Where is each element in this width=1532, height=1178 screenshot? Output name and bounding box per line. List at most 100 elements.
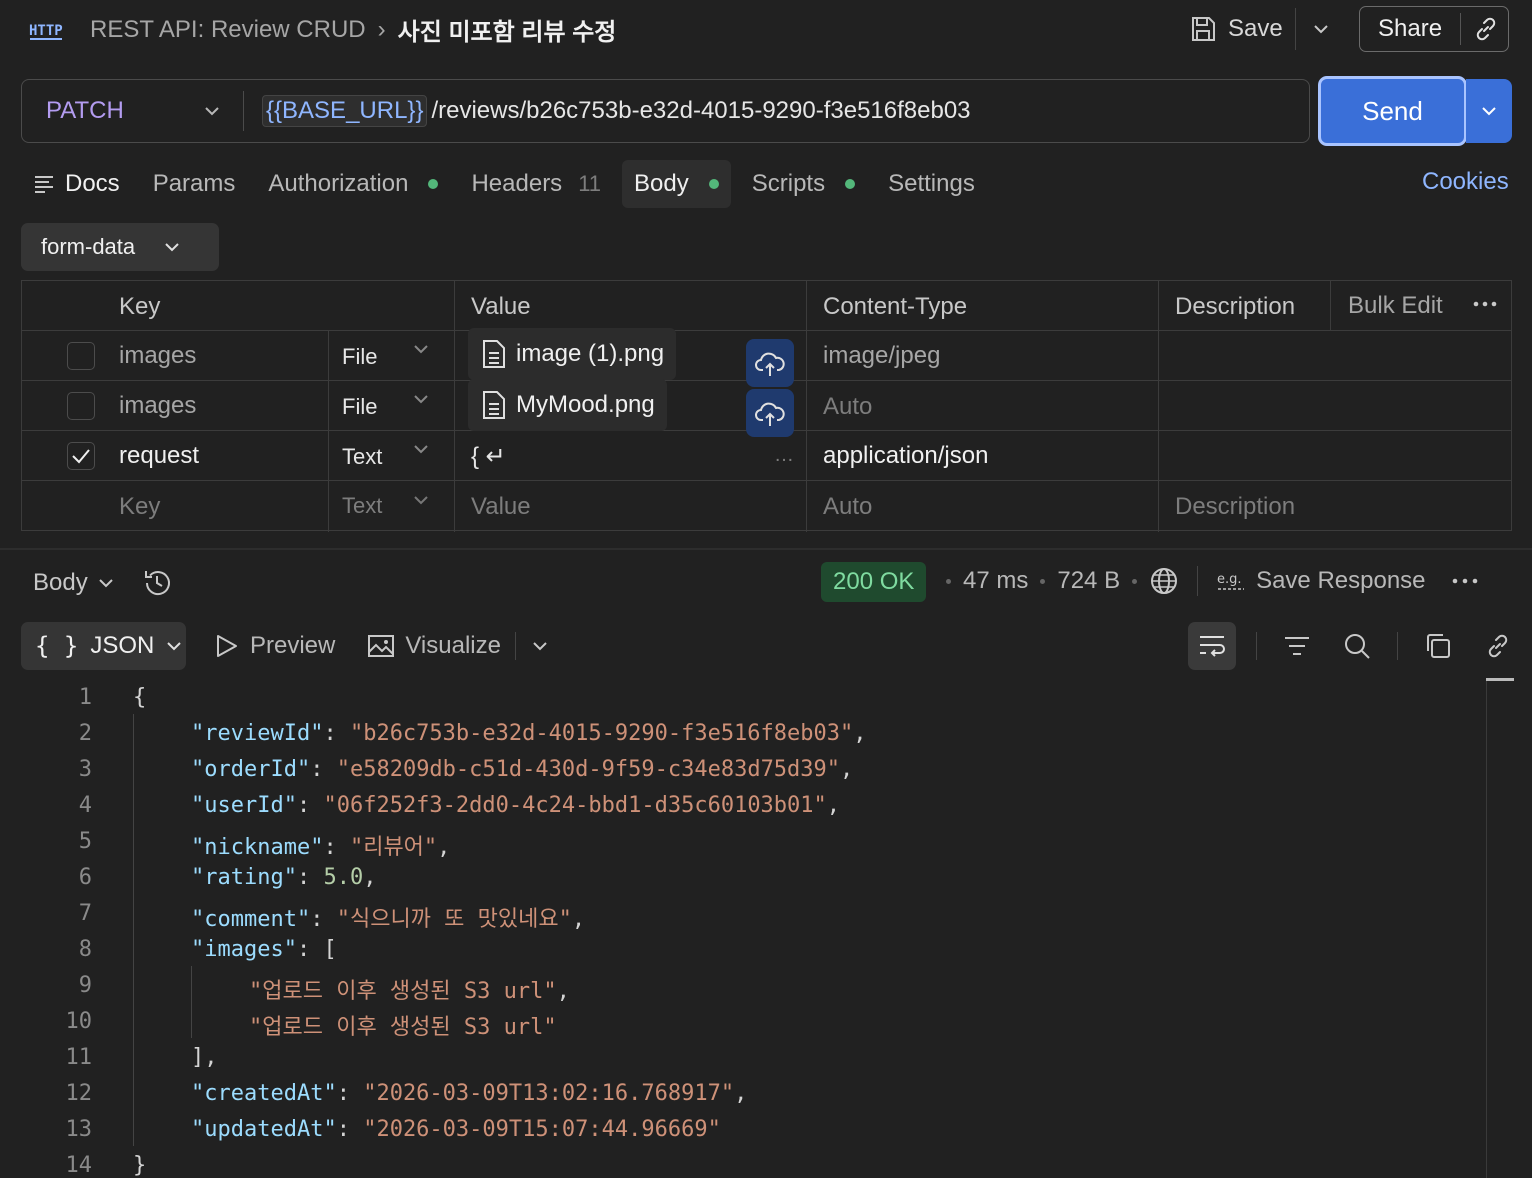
json-key: "nickname" [191, 835, 324, 860]
share-button[interactable]: Share [1360, 13, 1462, 45]
url-variable[interactable]: {{BASE_URL}} [262, 95, 428, 127]
headers-count: 11 [578, 171, 602, 196]
code-line: "updatedAt": "2026-03-09T15:07:44.96669" [191, 1117, 721, 1142]
copy-link-button[interactable] [1461, 16, 1499, 42]
save-response-button[interactable]: e.g. Save Response [1216, 567, 1425, 595]
tab-docs-label: Docs [65, 170, 120, 197]
visualize-tab[interactable]: Visualize [367, 632, 501, 660]
tab-body[interactable]: Body [622, 160, 731, 208]
indent-guide [191, 966, 192, 1038]
file-chip[interactable]: image (1).png [468, 328, 677, 380]
tab-docs[interactable]: Docs [21, 160, 132, 208]
tab-headers[interactable]: Headers 11 [459, 160, 613, 208]
json-string: "2026-03-09T13:02:16.768917" [363, 1081, 735, 1106]
chevron-down-icon[interactable] [412, 494, 430, 506]
row-value[interactable]: { ↵ [471, 442, 506, 471]
search-button[interactable] [1337, 622, 1377, 670]
cloud-upload-icon [755, 402, 785, 426]
chevron-right-icon: › [377, 15, 386, 43]
row-content-type[interactable]: Auto [823, 393, 872, 421]
response-time[interactable]: 47 ms [963, 567, 1028, 595]
col-value: Value [471, 293, 531, 320]
cookies-link[interactable]: Cookies [1422, 168, 1509, 196]
content-type-placeholder[interactable]: Auto [823, 493, 872, 521]
separator [1397, 632, 1398, 660]
response-view-tabs: Preview Visualize [212, 622, 548, 670]
row-key[interactable]: images [119, 342, 196, 370]
tab-params-label: Params [152, 170, 236, 197]
send-dropdown-button[interactable] [1466, 79, 1512, 143]
type-placeholder[interactable]: Text [342, 493, 382, 519]
bulk-edit-button[interactable]: Bulk Edit [1348, 292, 1443, 320]
braces-icon: { } [35, 632, 79, 660]
tab-scripts[interactable]: Scripts [740, 160, 867, 208]
code-line: "업로드 이후 생성된 S3 url", [249, 979, 570, 1004]
value-placeholder[interactable]: Value [471, 493, 531, 521]
response-body-select[interactable]: Body [33, 566, 174, 600]
row-type[interactable]: Text [342, 444, 382, 470]
key-placeholder[interactable]: Key [119, 493, 160, 521]
json-string: "리뷰어" [349, 835, 438, 860]
json-key: "comment" [191, 907, 311, 932]
code-line: "reviewId": "b26c753b-e32d-4015-9290-f3e… [191, 721, 867, 746]
row-type[interactable]: File [342, 394, 377, 420]
pane-divider[interactable] [0, 548, 1532, 550]
status-badge[interactable]: 200 OK [821, 562, 927, 602]
row-type[interactable]: File [342, 344, 377, 370]
share-group: Share [1359, 6, 1509, 52]
line-number: 11 [65, 1045, 93, 1070]
copy-icon [1427, 634, 1450, 658]
cloud-upload-icon [755, 352, 785, 376]
preview-tab[interactable]: Preview [212, 632, 335, 660]
json-key: "userId" [191, 793, 297, 818]
row-checkbox[interactable] [67, 392, 95, 420]
scrollbar-thumb[interactable] [1486, 678, 1514, 681]
more-icon [1452, 578, 1477, 584]
save-dropdown-button[interactable] [1296, 23, 1330, 35]
request-tabs: Docs Params Authorization Headers 11 Body… [21, 160, 996, 208]
method-select[interactable]: PATCH [22, 91, 244, 131]
response-size[interactable]: 724 B [1057, 567, 1120, 595]
row-content-type[interactable]: application/json [823, 442, 988, 470]
line-number: 8 [78, 937, 92, 962]
row-key[interactable]: request [119, 442, 199, 470]
tab-settings[interactable]: Settings [876, 160, 987, 208]
upload-button[interactable] [746, 339, 794, 387]
line-number: 7 [78, 901, 92, 926]
row-checkbox[interactable] [67, 342, 95, 370]
svg-text:HTTP: HTTP [29, 23, 63, 39]
row-checkbox[interactable] [67, 442, 95, 470]
filter-button[interactable] [1277, 622, 1317, 670]
link-icon [1488, 634, 1508, 658]
wrap-lines-button[interactable] [1188, 622, 1236, 670]
response-format-select[interactable]: { } JSON [21, 622, 186, 670]
chevron-down-icon [165, 243, 179, 252]
ellipsis-icon[interactable]: … [774, 444, 794, 467]
more-options-button[interactable] [1472, 291, 1498, 317]
tab-authorization[interactable]: Authorization [256, 160, 450, 208]
json-string: "2026-03-09T15:07:44.96669" [363, 1117, 721, 1142]
upload-button[interactable] [746, 389, 794, 437]
copy-button[interactable] [1418, 622, 1458, 670]
json-string: "식으니까 또 맛있네요" [336, 907, 572, 932]
tab-params[interactable]: Params [141, 160, 248, 208]
code-line: "업로드 이후 생성된 S3 url" [249, 1009, 557, 1041]
link-button[interactable] [1478, 622, 1518, 670]
row-content-type[interactable]: image/jpeg [823, 342, 940, 370]
request-title[interactable]: 사진 미포함 리뷰 수정 [398, 12, 617, 47]
chevron-down-icon[interactable] [412, 343, 430, 355]
form-data-table: Key Value Content-Type Description Bulk … [21, 280, 1512, 532]
breadcrumb-collection[interactable]: REST API: Review CRUD [90, 16, 366, 44]
file-chip[interactable]: MyMood.png [468, 379, 667, 431]
checkmark-icon [72, 449, 90, 464]
chevron-down-icon[interactable] [412, 393, 430, 405]
save-response-label: Save Response [1256, 567, 1426, 594]
send-button[interactable]: Send [1318, 76, 1467, 146]
chevron-down-icon[interactable] [412, 443, 430, 455]
scrollbar[interactable] [1486, 678, 1487, 1178]
save-button[interactable]: Save [1188, 8, 1296, 50]
description-placeholder[interactable]: Description [1175, 493, 1295, 521]
row-key[interactable]: images [119, 392, 196, 420]
url-input[interactable]: {{BASE_URL}} /reviews/b26c753b-e32d-4015… [244, 95, 971, 127]
body-mode-select[interactable]: form-data [21, 223, 219, 271]
